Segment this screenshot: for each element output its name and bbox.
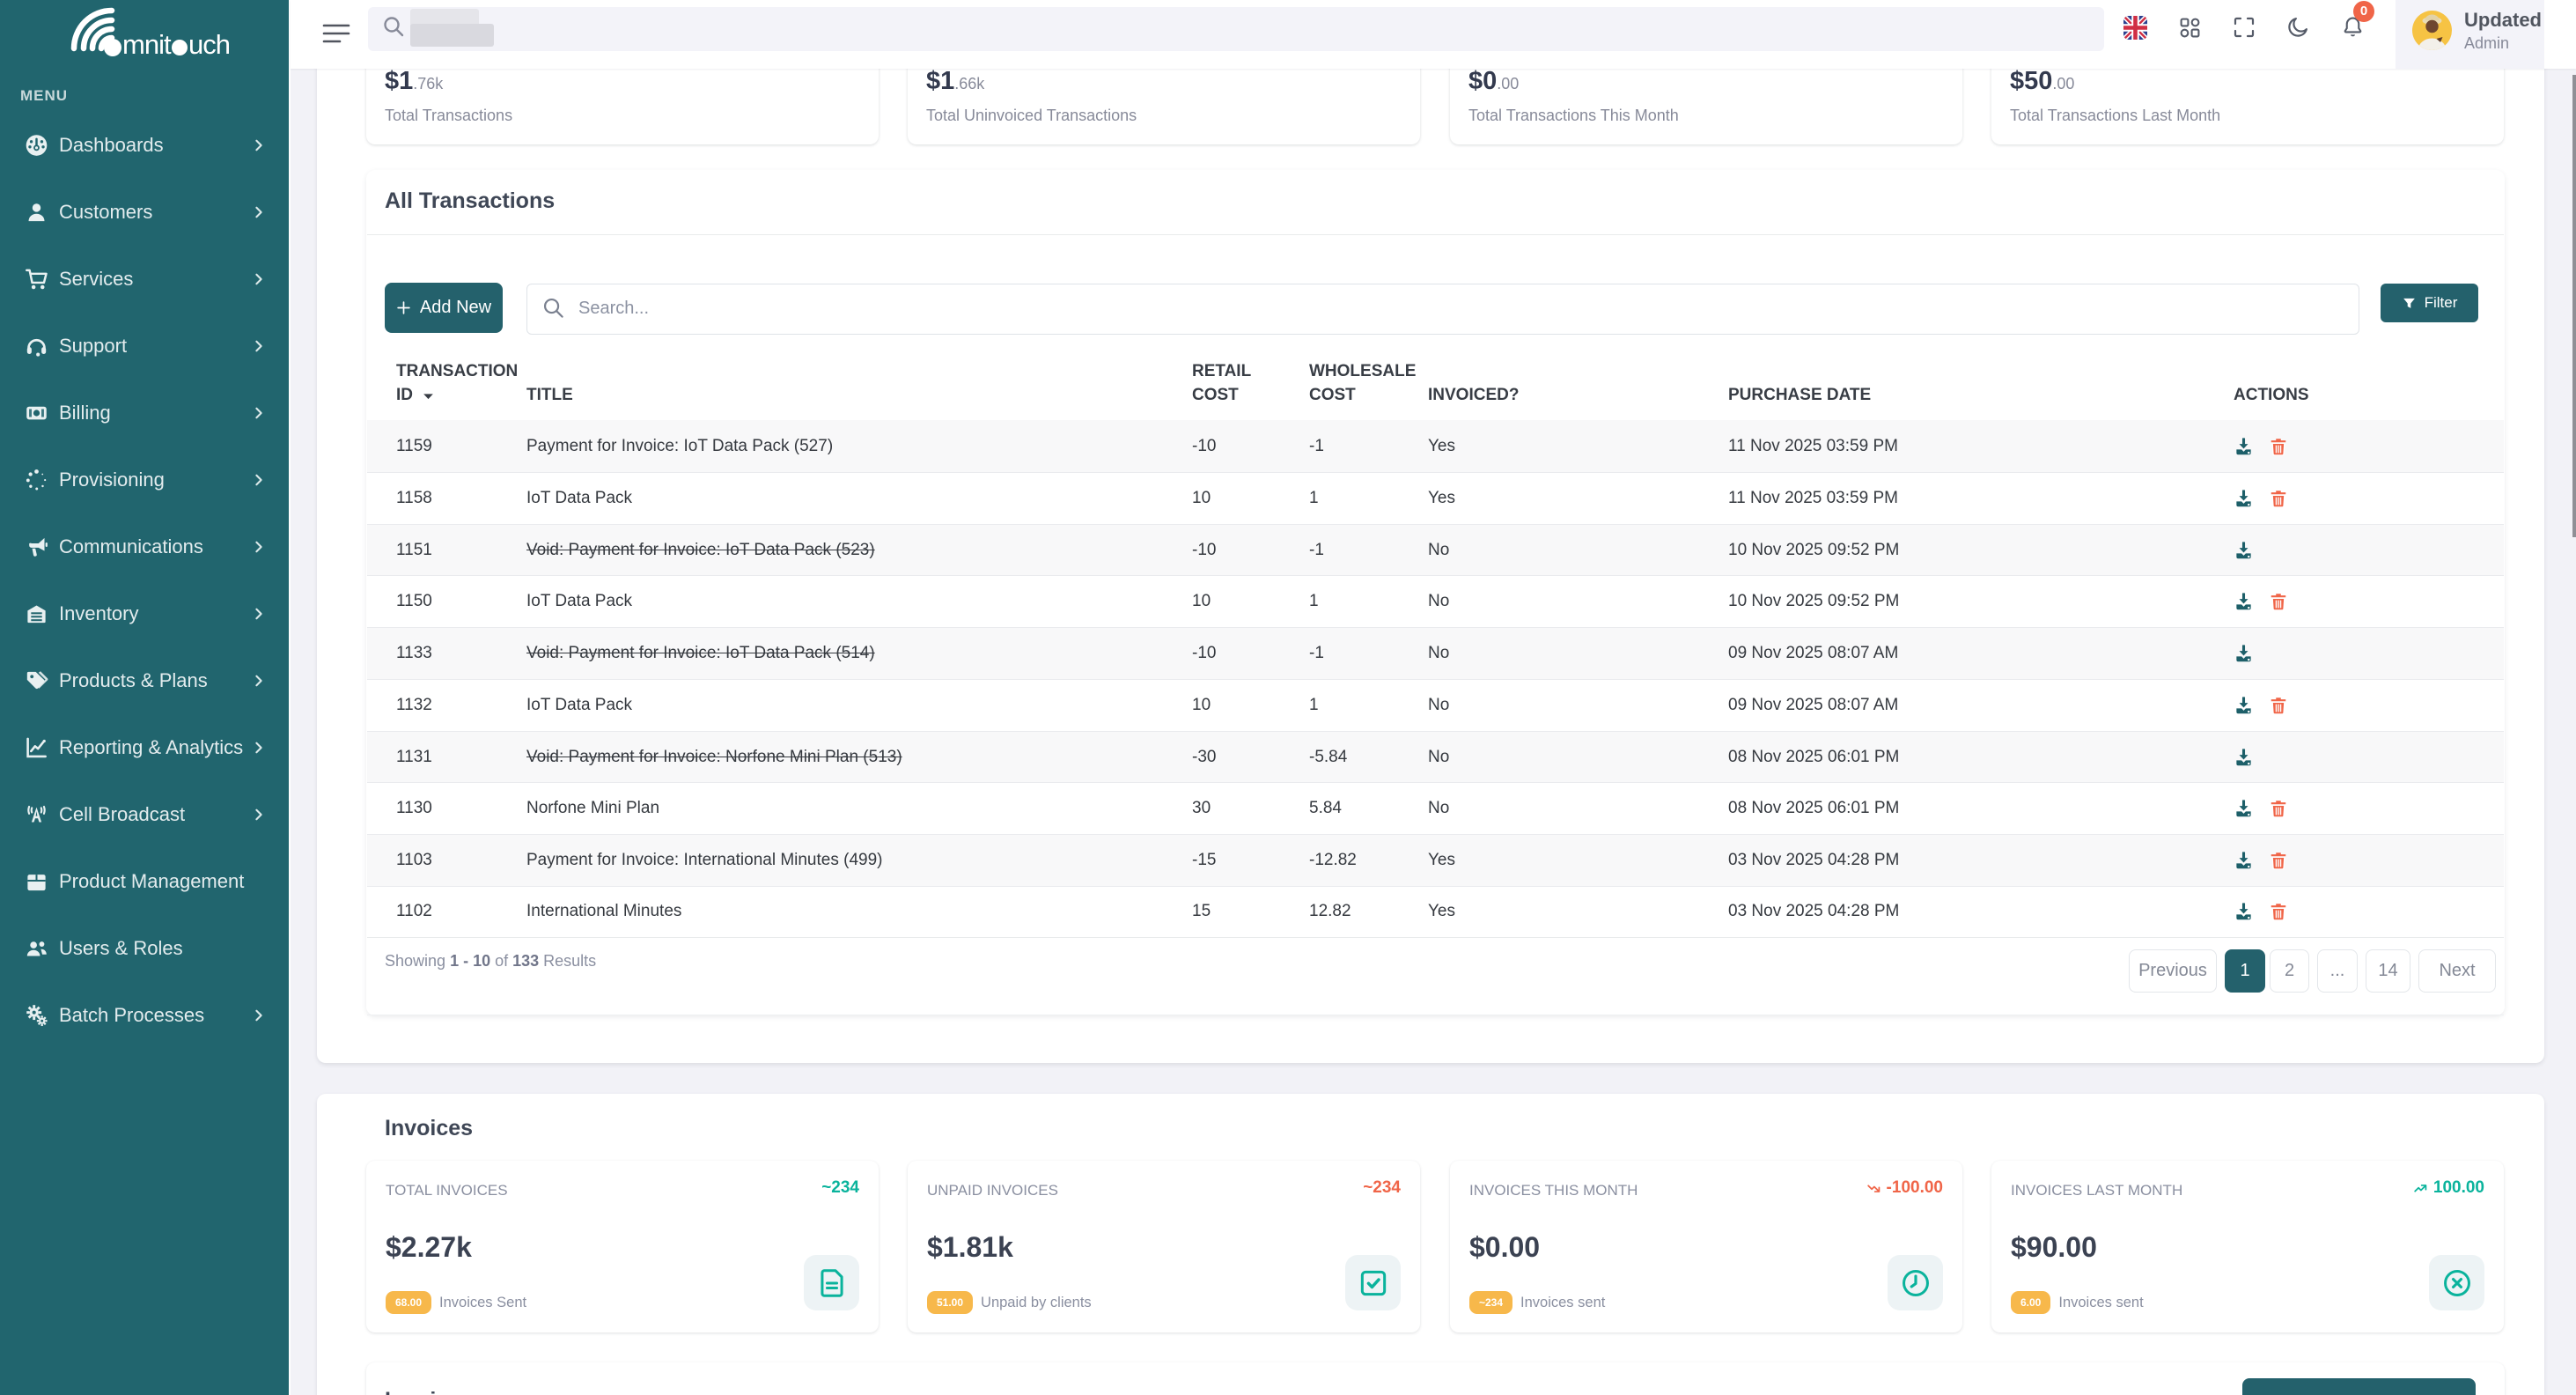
- svg-text:mnit: mnit: [122, 29, 172, 60]
- svg-text:uch: uch: [188, 29, 230, 60]
